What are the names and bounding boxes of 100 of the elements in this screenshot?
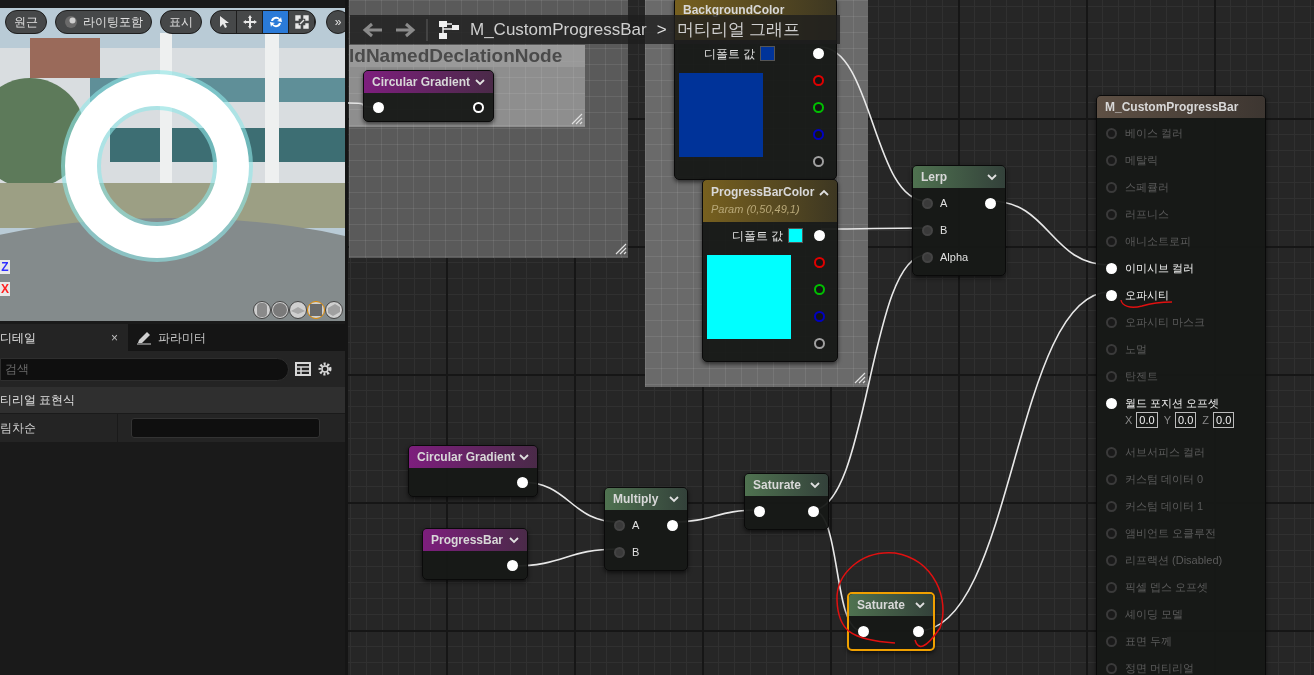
search-field[interactable]: 검색: [0, 357, 289, 381]
breadcrumb-current: 머티리얼 그래프: [676, 18, 801, 41]
node-title: ProgressBarColor: [711, 184, 815, 201]
pin-label: 스페큘러: [1125, 180, 1169, 196]
pin-label: B: [940, 223, 948, 239]
axis-label: X: [1125, 413, 1133, 428]
node-title: M_CustomProgressBar: [1105, 99, 1239, 116]
toolbar-button[interactable]: 원근: [5, 10, 47, 34]
node-title: Circular Gradient: [417, 449, 516, 466]
color-swatch[interactable]: [760, 46, 775, 61]
graph-icon: [438, 19, 460, 40]
pin-label: 애니소트로피: [1125, 234, 1191, 250]
node-subtitle: Param (0,50,49,1): [711, 202, 801, 217]
pin-label: 메탈릭: [1125, 153, 1158, 169]
cylinder-icon: [254, 302, 270, 318]
graph-node[interactable]: Circular Gradient: [408, 445, 538, 497]
pin-label: 커스텀 데이터 1: [1125, 499, 1204, 515]
resize-handle-icon[interactable]: [615, 243, 627, 255]
tool-button[interactable]: [263, 11, 289, 33]
pin-label: 탄젠트: [1125, 369, 1158, 385]
tab[interactable]: 파라미터: [128, 324, 206, 351]
default-value-label: 디폴트 값: [703, 45, 755, 63]
axis-label: Z: [0, 260, 10, 274]
chevron-down-icon[interactable]: [509, 536, 519, 544]
breadcrumb-link[interactable]: M_CustomProgressBar: [470, 16, 647, 43]
property-label: 림차순: [0, 420, 36, 437]
chevron-down-icon[interactable]: [915, 601, 925, 609]
pin-label: 오파시티 마스크: [1125, 315, 1206, 331]
pin-label: 월드 포지션 오프셋: [1125, 396, 1220, 412]
node-title: Circular Gradient: [372, 74, 471, 91]
pin-label: A: [940, 196, 948, 212]
graph-node[interactable]: Circular Gradient: [363, 70, 494, 122]
pin[interactable]: [813, 156, 824, 167]
scale-icon: [293, 14, 310, 30]
back-arrow-icon[interactable]: [362, 21, 384, 38]
sphere-icon: [272, 302, 288, 318]
pin-label: B: [632, 545, 640, 561]
sphere-icon: [64, 15, 78, 29]
tab[interactable]: 디테일 ×: [0, 324, 128, 351]
pin-label: 오파시티: [1125, 288, 1169, 304]
graph-node[interactable]: Saturate: [744, 473, 829, 530]
graph-node[interactable]: M_CustomProgressBar 베이스 컬러 메탈릭 스페큘러 러프니스 애니소트로피 이미시브 컬러 오파시티 오파시티 마스크 노멀 탄젠트 월드 포지션 오프셋 X 0.0 Y 0.0 Z 0.0 서브서피스 컬러 커스텀 데이터 0 커스텀 데이터 1 앰비언트 오클루전 리프랙션 (Disabled) 픽셀 뎁스 오프셋 셰이딩 모델 표면 두께 정면 머티리얼: [1096, 95, 1266, 675]
chevron-down-icon[interactable]: [987, 173, 997, 181]
chevron-up-icon[interactable]: [819, 188, 829, 196]
pin-label: 셰이딩 모델: [1125, 607, 1184, 623]
move-icon: [241, 14, 258, 30]
pin-label: 정면 머티리얼: [1125, 661, 1195, 675]
chevron-down-icon[interactable]: [519, 453, 530, 461]
pin[interactable]: [814, 338, 825, 349]
pin-label: 이미시브 컬러: [1125, 261, 1195, 277]
graph-node[interactable]: ProgressBarColor Param (0,50,49,1) 디폴트 값: [702, 179, 838, 362]
number-field[interactable]: 0.0: [1213, 412, 1235, 429]
table-icon[interactable]: [295, 361, 311, 377]
close-button[interactable]: ×: [111, 328, 118, 347]
pin-label: 픽셀 뎁스 오프셋: [1125, 580, 1209, 596]
node-title: BackgroundColor: [683, 2, 785, 19]
forward-arrow-icon[interactable]: [394, 21, 416, 38]
axis-label: Z: [1202, 413, 1209, 428]
rotate-icon: [267, 14, 284, 30]
box-icon: [326, 302, 342, 318]
property-field[interactable]: [131, 418, 320, 438]
settings-icon[interactable]: [317, 361, 333, 377]
chevron-down-icon[interactable]: [475, 78, 485, 86]
tab-label: 파라미터: [158, 329, 206, 347]
node-title: Lerp: [921, 169, 947, 186]
axis-label: Y: [1163, 413, 1171, 428]
graph-node[interactable]: Multiply A B: [604, 487, 688, 571]
chevron-down-icon[interactable]: [669, 495, 679, 503]
pin-label: 서브서피스 컬러: [1125, 445, 1206, 461]
graph-node[interactable]: ProgressBar: [422, 528, 528, 580]
pin-label: Alpha: [940, 250, 969, 266]
pin-label: 커스텀 데이터 0: [1125, 472, 1204, 488]
toolbar-button[interactable]: 라이팅포함: [55, 10, 152, 34]
axis-label: X: [0, 282, 10, 296]
graph-node[interactable]: Saturate: [847, 592, 935, 651]
number-field[interactable]: 0.0: [1175, 412, 1197, 429]
category-header[interactable]: 티리얼 표현식: [0, 391, 76, 409]
toolbar-button[interactable]: 표시: [160, 10, 202, 34]
pin[interactable]: [813, 102, 824, 113]
pin-label: 앰비언트 오클루전: [1125, 526, 1217, 542]
pin-label: 리프랙션 (Disabled): [1125, 553, 1223, 569]
annotation-scribble: [1120, 299, 1173, 308]
default-value-label: 디폴트 값: [731, 227, 783, 245]
color-swatch[interactable]: [788, 228, 803, 243]
resize-handle-icon[interactable]: [854, 372, 866, 384]
breadcrumb-separator: >: [656, 18, 667, 41]
node-title: Multiply: [613, 491, 659, 508]
tab-label: 디테일: [0, 329, 37, 347]
pin-label: 표면 두께: [1125, 634, 1173, 650]
pin-label: 베이스 컬러: [1125, 126, 1184, 142]
resize-handle-icon[interactable]: [571, 113, 583, 125]
graph-node[interactable]: Lerp A B Alpha: [912, 165, 1006, 276]
pin-label: 러프니스: [1125, 207, 1169, 223]
node-title: Saturate: [857, 597, 906, 614]
pin[interactable]: [814, 284, 825, 295]
pin-label: 노멀: [1125, 342, 1147, 358]
node-title: ProgressBar: [431, 532, 504, 549]
chevron-down-icon[interactable]: [810, 481, 820, 489]
number-field[interactable]: 0.0: [1136, 412, 1158, 429]
pin-label: A: [632, 518, 640, 534]
